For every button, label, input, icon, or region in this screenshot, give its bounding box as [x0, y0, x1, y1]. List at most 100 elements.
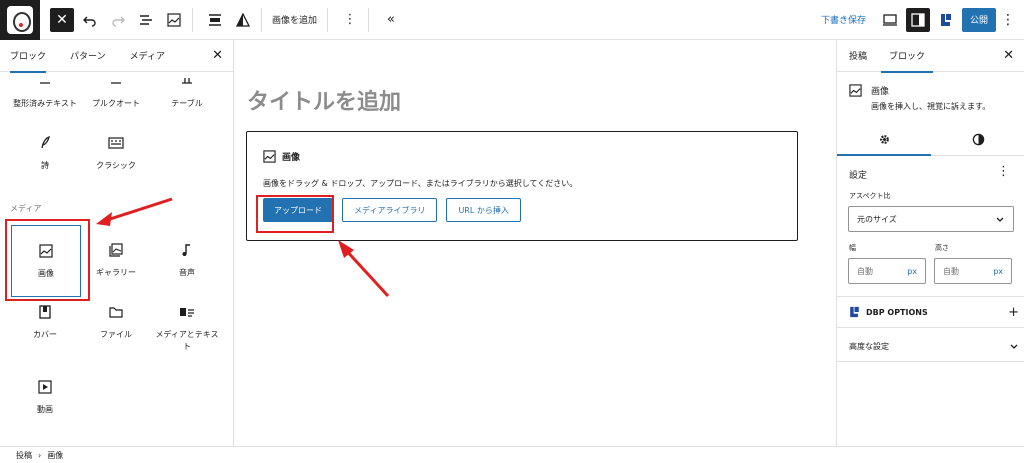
advanced-panel-toggle[interactable]: 高度な設定	[849, 336, 1019, 356]
undo-button[interactable]	[78, 4, 102, 36]
kebab-icon: ⋮	[343, 12, 357, 27]
placeholder-title: 画像	[282, 153, 301, 163]
preformatted-icon	[10, 70, 80, 92]
pullquote-icon	[81, 70, 151, 92]
annotation-highlight-upload	[256, 195, 334, 233]
dbp-options-panel-toggle[interactable]: DBP OPTIONS +	[849, 302, 1019, 322]
width-unit-select[interactable]: px	[907, 267, 917, 276]
width-placeholder: 自動	[857, 266, 873, 276]
toolbar-divider	[327, 7, 329, 32]
block-label: プルクオート	[92, 99, 140, 108]
toolbar-divider	[368, 7, 370, 32]
dbp-logo-icon	[850, 306, 859, 318]
video-icon	[10, 376, 80, 398]
dbp-logo-icon	[940, 13, 951, 26]
kebab-icon: ⋮	[1001, 11, 1015, 28]
save-draft-button[interactable]: 下書き保存	[813, 13, 874, 26]
block-label: テーブル	[171, 99, 203, 108]
block-label: クラシック	[96, 161, 136, 170]
preview-button[interactable]	[878, 8, 902, 32]
block-label: カバー	[33, 330, 57, 339]
close-settings-icon[interactable]: ✕	[1003, 48, 1014, 63]
aspect-ratio-select[interactable]: 元のサイズ	[848, 206, 1014, 232]
options-menu-button[interactable]: ⋮	[1000, 12, 1016, 28]
cover-icon	[10, 301, 80, 323]
chevron-down-icon	[996, 217, 1004, 222]
close-inserter-button[interactable]: ✕	[50, 7, 74, 32]
toolbar-right: 下書き保存 公開 ⋮	[813, 7, 1024, 32]
height-label: 高さ	[935, 244, 949, 252]
tab-post[interactable]: 投稿	[849, 40, 867, 72]
block-label: 動画	[37, 405, 53, 414]
toolbar-divider	[261, 7, 262, 32]
block-file[interactable]: ファイル	[81, 287, 151, 359]
width-label: 幅	[849, 244, 856, 252]
settings-tabs: 投稿 ブロック ✕	[837, 40, 1024, 73]
block-video[interactable]: 動画	[10, 362, 80, 434]
site-logo-button[interactable]	[0, 0, 40, 40]
kebab-icon: ⋮	[997, 164, 1010, 179]
duotone-button[interactable]	[231, 4, 255, 36]
aspect-ratio-label: アスペクト比	[849, 192, 891, 200]
block-verse[interactable]: 詩	[10, 118, 80, 190]
media-category-heading: メディア	[10, 204, 42, 213]
block-label: メディアとテキスト	[155, 330, 219, 351]
panel-divider	[837, 361, 1024, 362]
settings-toggle-button[interactable]	[905, 7, 930, 32]
toolbar-divider	[192, 7, 193, 32]
document-overview-button[interactable]	[134, 4, 158, 36]
verse-icon	[10, 132, 80, 154]
tab-settings[interactable]	[837, 124, 931, 156]
block-inspector-tabs	[837, 124, 1024, 156]
gear-icon	[879, 135, 889, 144]
tab-styles[interactable]	[931, 124, 1024, 155]
file-icon	[81, 301, 151, 323]
redo-button[interactable]	[106, 4, 130, 36]
half-circle-icon	[972, 133, 984, 146]
block-card-description: 画像を挿入し、視覚に訴えます。	[871, 102, 991, 111]
dbp-plugin-button[interactable]	[934, 8, 958, 32]
collapse-toolbar-button[interactable]: «	[379, 4, 403, 36]
list-view-icon	[140, 14, 152, 25]
height-placeholder: 自動	[943, 266, 959, 276]
height-unit-select[interactable]: px	[993, 267, 1003, 276]
panel-divider	[837, 296, 1024, 297]
breadcrumb-item-post[interactable]: 投稿	[16, 450, 32, 461]
block-media-text[interactable]: メディアとテキスト	[152, 287, 222, 359]
block-label: 音声	[179, 268, 195, 277]
audio-icon	[152, 239, 222, 261]
insert-from-url-button[interactable]: URL から挿入	[446, 198, 521, 222]
block-classic[interactable]: クラシック	[81, 118, 151, 190]
advanced-label: 高度な設定	[849, 341, 889, 351]
image-icon	[849, 84, 862, 97]
block-breadcrumb: 投稿 › 画像	[0, 446, 1024, 463]
placeholder-instructions: 画像をドラッグ & ドロップ、アップロード、またはライブラリから選択してください…	[263, 179, 578, 188]
block-options-button[interactable]: ⋮	[338, 4, 362, 36]
image-icon	[167, 12, 181, 27]
block-table[interactable]: テーブル	[152, 56, 222, 128]
post-title-input[interactable]: タイトルを追加	[247, 84, 401, 116]
block-editor: ✕ 画像を追加 ⋮ « 下書き保存 公開 ⋮ ブロック パターン メディア ✕ …	[0, 0, 1024, 463]
block-label: ファイル	[100, 330, 132, 339]
placeholder-heading: 画像	[263, 150, 300, 163]
aspect-ratio-value: 元のサイズ	[857, 214, 897, 224]
publish-button[interactable]: 公開	[961, 7, 996, 32]
plus-icon: +	[1008, 304, 1019, 320]
settings-sidebar: 投稿 ブロック ✕ 画像 画像を挿入し、視覚に訴えます。 設定 ⋮ アスペクト比…	[836, 40, 1024, 446]
panel-divider	[837, 327, 1024, 328]
gallery-icon	[81, 239, 151, 261]
height-input[interactable]: 自動 px	[934, 258, 1012, 284]
redo-icon	[112, 16, 125, 27]
add-image-button[interactable]: 画像を追加	[268, 13, 321, 26]
undo-icon	[83, 16, 96, 27]
breadcrumb-item-image[interactable]: 画像	[47, 450, 63, 461]
site-icon	[7, 5, 33, 34]
align-button[interactable]	[203, 4, 227, 36]
media-library-button[interactable]: メディアライブラリ	[342, 198, 438, 222]
settings-options-button[interactable]: ⋮	[997, 164, 1010, 179]
annotation-highlight-image-block	[5, 219, 90, 301]
width-input[interactable]: 自動 px	[848, 258, 926, 284]
chevron-right-icon: ›	[38, 450, 42, 460]
block-type-button[interactable]	[162, 4, 186, 36]
tab-block[interactable]: ブロック	[881, 40, 934, 73]
